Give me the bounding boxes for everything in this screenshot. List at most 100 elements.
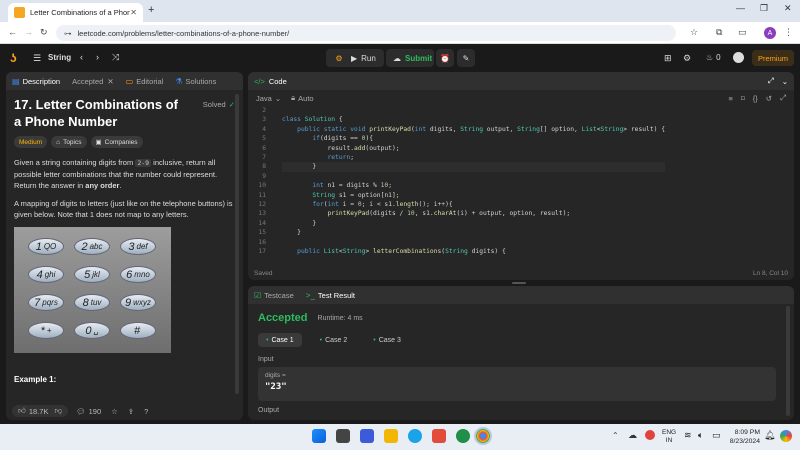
user-avatar[interactable] (733, 52, 744, 63)
language-select[interactable]: Java ⌄ (256, 94, 281, 103)
code-line[interactable]: public static void printKeyPad(int digit… (282, 125, 665, 134)
input-value: "23" (265, 382, 287, 392)
code-line[interactable]: String s1 = option[n1]; (282, 191, 665, 200)
test-panel-scrollbar[interactable] (786, 306, 790, 416)
panel-resize-handle[interactable] (512, 282, 526, 284)
expand-icon[interactable]: ⤢ (768, 76, 774, 86)
code-line[interactable] (282, 106, 665, 115)
new-tab-icon[interactable]: + (148, 4, 154, 16)
favorite-star-icon[interactable]: ☆ (111, 407, 118, 416)
edge-browser-icon[interactable] (408, 429, 422, 443)
next-problem-icon[interactable]: › (96, 52, 99, 62)
auto-mode[interactable]: 🔒︎ Auto (291, 93, 313, 103)
code-line[interactable]: result.add(output); (282, 144, 665, 153)
close-tab-accepted-icon[interactable]: ✕ (107, 77, 113, 86)
companies-button[interactable]: ▣ Companies (90, 136, 143, 148)
share-icon[interactable]: ⇪ (128, 407, 134, 416)
collapse-icon[interactable]: ⌄ (782, 77, 788, 86)
back-icon[interactable]: ← (8, 27, 17, 37)
copilot-icon[interactable] (780, 430, 792, 442)
shuffle-icon[interactable]: ⤨ (112, 52, 119, 63)
prev-problem-icon[interactable]: ‹ (80, 52, 83, 62)
grid-menu-icon[interactable]: ⊞ (664, 53, 672, 64)
problem-list-label[interactable]: String (48, 53, 71, 62)
fullscreen-icon[interactable]: ⤢ (780, 93, 786, 103)
cloud-icon[interactable]: ☁ (628, 430, 637, 441)
bookmark-icon[interactable]: ⌑ (741, 94, 745, 103)
list-icon[interactable]: ☰ (33, 53, 41, 64)
chrome-taskbar-icon[interactable] (474, 427, 492, 445)
tab-test-result[interactable]: >_ Test Result (306, 291, 355, 300)
maximize-icon[interactable]: ❐ (760, 3, 768, 14)
pass-dot-icon: • (266, 336, 269, 344)
code-line[interactable]: for(int i = 0; i < s1.length(); i++){ (282, 200, 665, 209)
code-line[interactable]: } (282, 219, 665, 228)
code-line[interactable]: public List<String> letterCombinations(S… (282, 247, 665, 256)
site-info-icon[interactable]: ⊶ (64, 29, 72, 38)
store-icon[interactable] (432, 429, 446, 443)
task-view-icon[interactable] (336, 429, 350, 443)
app-editor-icon[interactable] (360, 429, 374, 443)
case-tab-2[interactable]: • Case 2 (312, 333, 356, 347)
case-tab-3[interactable]: • Case 3 (365, 333, 409, 347)
profile-avatar[interactable]: A (764, 27, 776, 39)
extensions-icon[interactable]: ⧉ (716, 27, 722, 38)
comments-button[interactable]: 💬︎ 190 (76, 407, 101, 416)
code-content[interactable]: class Solution { public static void prin… (274, 106, 665, 257)
braces-icon[interactable]: {} (753, 94, 758, 103)
notes-button[interactable]: ✎ (457, 49, 475, 67)
battery-icon[interactable]: ▭ (712, 430, 721, 441)
reload-icon[interactable]: ↻ (40, 27, 48, 38)
forward-icon[interactable]: → (24, 27, 33, 37)
close-tab-icon[interactable]: ✕ (130, 8, 137, 17)
code-line[interactable]: } (282, 228, 665, 237)
file-explorer-icon[interactable] (384, 429, 398, 443)
code-line[interactable]: if(digits == 0){ (282, 134, 665, 143)
chrome-menu-icon[interactable]: ⋮ (784, 27, 793, 38)
leetcode-logo-icon[interactable]: ʖ (10, 51, 17, 65)
submit-button[interactable]: ☁ Submit (386, 49, 434, 67)
tab-editorial[interactable]: ▭ Editorial (126, 77, 164, 86)
code-line[interactable]: printKeyPad(digits / 10, s1.charAt(i) + … (282, 209, 665, 218)
reset-icon[interactable]: ↺ (766, 94, 772, 103)
help-icon[interactable]: ? (144, 407, 148, 416)
run-button[interactable]: ▶ Run (344, 49, 384, 67)
minimize-icon[interactable]: — (736, 3, 745, 13)
case-tab-1[interactable]: • Case 1 (258, 333, 302, 347)
wifi-icon[interactable]: ≋ (684, 430, 692, 441)
description-scrollbar[interactable] (235, 94, 239, 394)
security-icon[interactable] (645, 430, 655, 440)
url-field[interactable]: ⊶ leetcode.com/problems/letter-combinati… (56, 25, 676, 41)
notification-bell-icon[interactable]: 🔔︎ (764, 430, 775, 441)
start-windows-icon[interactable] (312, 429, 326, 443)
language-indicator[interactable]: ENG IN (662, 429, 676, 445)
tab-description[interactable]: ▤ Description (12, 77, 60, 86)
code-line[interactable] (282, 172, 665, 181)
settings-icon[interactable]: ⚙ (683, 53, 691, 64)
difficulty-badge[interactable]: Medium (14, 136, 48, 148)
topics-button[interactable]: ⌂ Topics (51, 136, 87, 148)
tab-accepted[interactable]: Accepted ✕ (72, 77, 114, 86)
tab-solutions[interactable]: ⚗ Solutions (175, 77, 216, 86)
premium-button[interactable]: Premium (752, 50, 795, 66)
app-green-icon[interactable] (456, 429, 470, 443)
tray-chevron-up-icon[interactable]: ⌃ (612, 431, 619, 440)
timer-button[interactable]: ⏰ (436, 49, 454, 67)
clock[interactable]: 8:09 PM 8/23/2024 (726, 428, 760, 446)
code-line[interactable]: int n1 = digits % 10; (282, 181, 665, 190)
browser-tab[interactable]: Letter Combinations of a Phone ✕ (8, 3, 143, 22)
like-button[interactable]: 👍︎ 18.7K 👎︎ (12, 405, 69, 417)
close-window-icon[interactable]: ✕ (784, 3, 792, 14)
sidepanel-icon[interactable]: ▭ (738, 27, 747, 38)
code-line[interactable]: } (282, 162, 665, 172)
code-line[interactable]: class Solution { (282, 115, 665, 124)
code-line[interactable] (282, 238, 665, 247)
format-icon[interactable]: ≡ (728, 94, 732, 103)
bookmark-star-icon[interactable]: ☆ (690, 27, 698, 38)
volume-icon[interactable]: 🔈︎ (698, 430, 703, 441)
code-editor[interactable]: 2 3 4 5 6 7 8 9 10 11 12 13 14 15 16 17 class Solution … (248, 106, 794, 261)
code-line[interactable]: return; (282, 153, 665, 162)
streak-counter[interactable]: ♨ 0 (706, 53, 721, 62)
tab-testcase[interactable]: ☑ Testcase (254, 291, 294, 300)
thumbs-down-icon[interactable]: 👎︎ (54, 406, 62, 416)
